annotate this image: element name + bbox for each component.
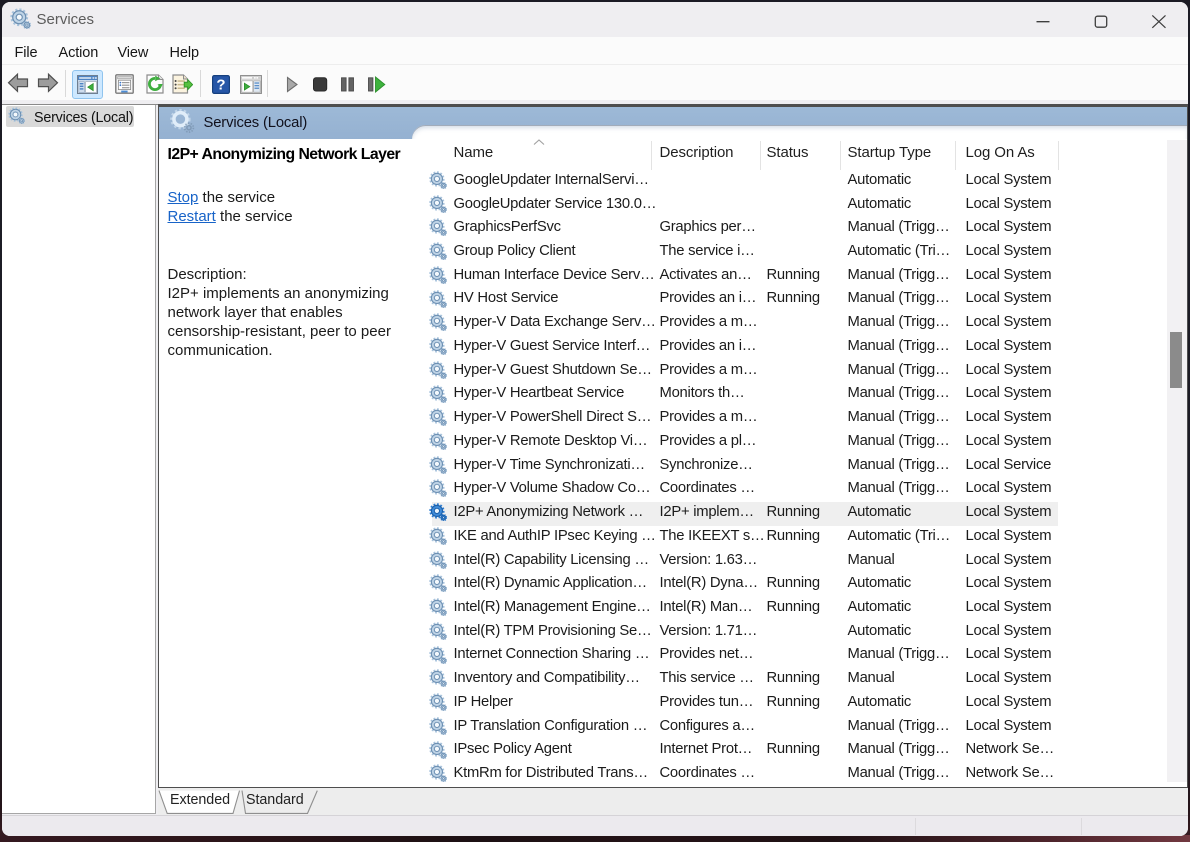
svg-text:?: ? xyxy=(216,77,225,94)
